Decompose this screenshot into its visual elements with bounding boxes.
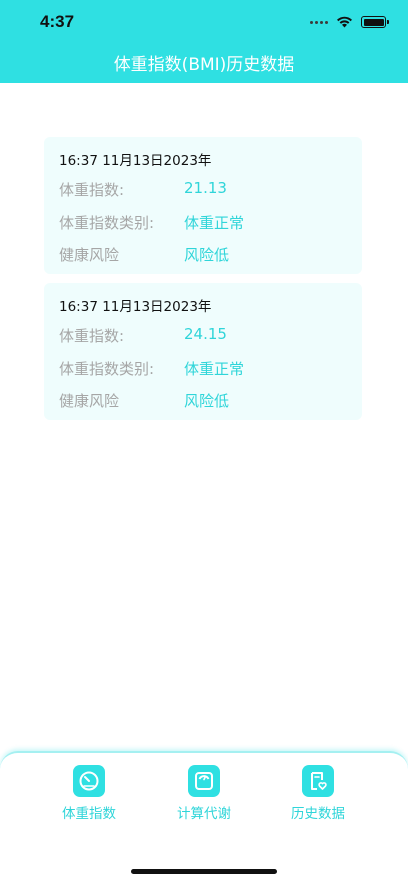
bmi-row: 体重指数: 21.13: [59, 179, 349, 201]
history-record-card[interactable]: 16:37 11月13日2023年 体重指数: 24.15 体重指数类别: 体重…: [44, 283, 362, 420]
category-value: 体重正常: [184, 360, 245, 378]
status-bar: 4:37: [0, 0, 408, 44]
tab-label: 历史数据: [291, 806, 345, 822]
category-row: 体重指数类别: 体重正常: [59, 358, 349, 380]
cellular-signal-icon: [310, 20, 328, 24]
history-list: 16:37 11月13日2023年 体重指数: 21.13 体重指数类别: 体重…: [44, 137, 362, 429]
bmi-value: 21.13: [184, 179, 227, 197]
status-time: 4:37: [40, 12, 75, 31]
risk-row: 健康风险 风险低: [59, 244, 349, 266]
bottom-tab-bar: 体重指数 计算代谢 历史数据: [0, 751, 408, 883]
category-label: 体重指数类别:: [59, 360, 155, 378]
history-document-icon: [302, 765, 334, 797]
bmi-row: 体重指数: 24.15: [59, 325, 349, 347]
tab-history[interactable]: 历史数据: [273, 765, 363, 822]
page-title: 体重指数(BMI)历史数据: [113, 55, 295, 75]
bmi-value: 24.15: [184, 325, 227, 343]
tab-metabolism[interactable]: 计算代谢: [159, 765, 249, 822]
battery-icon: [361, 16, 389, 28]
wifi-icon: [337, 16, 352, 28]
record-datetime: 16:37 11月13日2023年: [59, 153, 212, 169]
record-datetime: 16:37 11月13日2023年: [59, 299, 212, 315]
category-value: 体重正常: [184, 214, 245, 232]
category-row: 体重指数类别: 体重正常: [59, 212, 349, 234]
history-record-card[interactable]: 16:37 11月13日2023年 体重指数: 21.13 体重指数类别: 体重…: [44, 137, 362, 274]
app-header: 4:37 体重指数(BMI)历史数据: [0, 0, 408, 83]
gauge-icon: [73, 765, 105, 797]
risk-label: 健康风险: [59, 392, 120, 410]
tab-label: 计算代谢: [177, 806, 231, 822]
scale-icon: [188, 765, 220, 797]
home-indicator[interactable]: [131, 869, 277, 874]
risk-value: 风险低: [184, 392, 230, 410]
category-label: 体重指数类别:: [59, 214, 155, 232]
bmi-label: 体重指数:: [59, 327, 125, 345]
status-icons: [310, 15, 389, 29]
risk-label: 健康风险: [59, 246, 120, 264]
tab-label: 体重指数: [62, 806, 116, 822]
risk-row: 健康风险 风险低: [59, 390, 349, 412]
risk-value: 风险低: [184, 246, 230, 264]
tab-bmi[interactable]: 体重指数: [44, 765, 134, 822]
bmi-label: 体重指数:: [59, 181, 125, 199]
